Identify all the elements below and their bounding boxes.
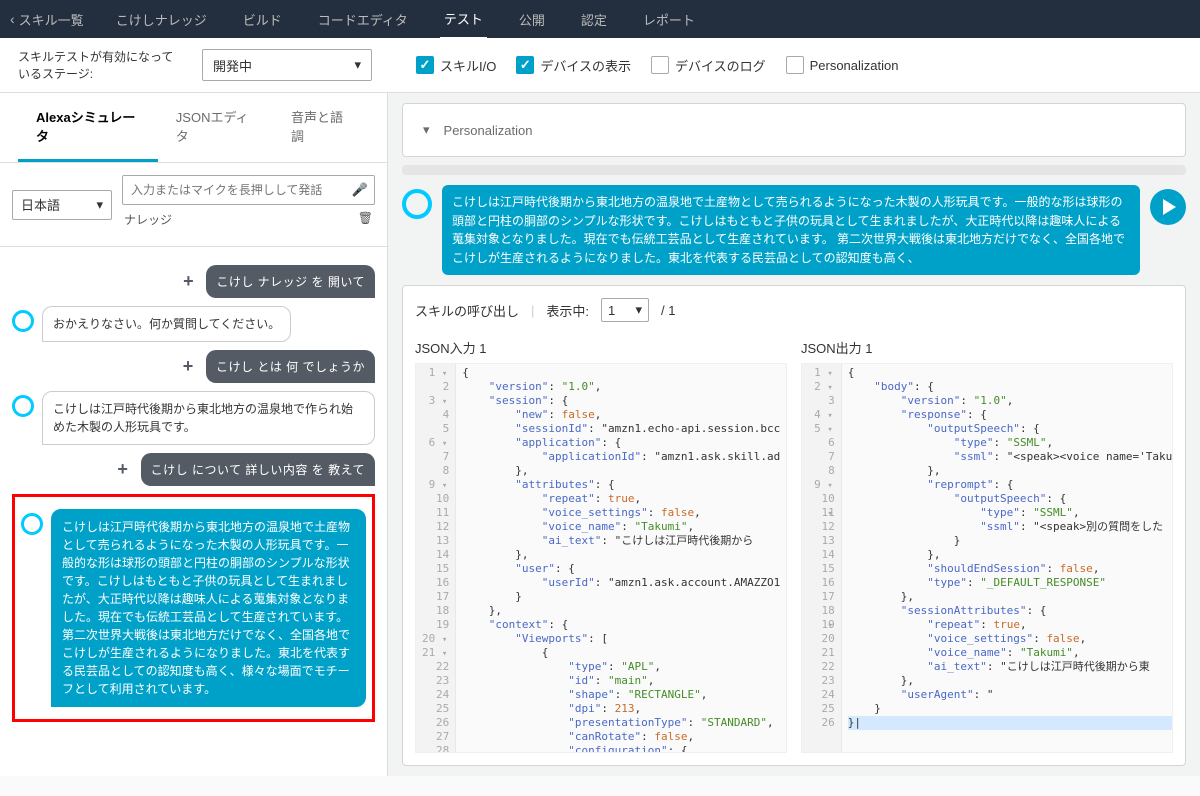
nav-item-4[interactable]: 公開 bbox=[515, 1, 549, 38]
stage-select[interactable]: 開発中▾ bbox=[202, 49, 372, 81]
alexa-icon bbox=[21, 513, 43, 535]
add-utterance-button[interactable]: + bbox=[176, 355, 200, 379]
check-device-log[interactable]: デバイスのログ bbox=[651, 56, 766, 75]
alexa-response: おかえりなさい。何か質問してください。 bbox=[42, 306, 291, 342]
nav-item-5[interactable]: 認定 bbox=[577, 1, 611, 38]
alexa-icon bbox=[12, 395, 34, 417]
nav-item-2[interactable]: コードエディタ bbox=[314, 1, 412, 38]
nav-item-0[interactable]: こけしナレッジ bbox=[112, 1, 211, 38]
alexa-response: こけしは江戸時代後期から東北地方の温泉地で作られ始めた木製の人形玩具です。 bbox=[42, 391, 375, 445]
check-skill-io[interactable]: ✓スキルI/O bbox=[416, 56, 496, 75]
json-output-title: JSON出力 1 bbox=[801, 338, 1173, 357]
add-utterance-button[interactable]: + bbox=[111, 458, 135, 482]
nav-item-6[interactable]: レポート bbox=[639, 1, 699, 38]
add-utterance-button[interactable]: + bbox=[176, 270, 200, 294]
alexa-icon bbox=[12, 310, 34, 332]
stage-label: スキルテストが有効になっているステージ: bbox=[18, 48, 178, 82]
checkbox-icon bbox=[651, 56, 669, 74]
knowledge-label: ナレッジ bbox=[124, 211, 172, 228]
highlighted-response: こけしは江戸時代後期から東北地方の温泉地で土産物として売られるようになった木製の… bbox=[12, 494, 375, 722]
chevron-down-icon: ▾ bbox=[636, 302, 643, 318]
horizontal-scrollbar[interactable] bbox=[402, 165, 1186, 175]
play-audio-button[interactable] bbox=[1150, 189, 1186, 225]
personalization-card[interactable]: ▾Personalization bbox=[402, 103, 1186, 157]
check-personalization[interactable]: Personalization bbox=[786, 56, 899, 74]
nav-item-1[interactable]: ビルド bbox=[239, 1, 286, 38]
microphone-icon[interactable]: 🎤 bbox=[346, 182, 374, 198]
play-icon bbox=[1163, 199, 1176, 215]
alexa-response: こけしは江戸時代後期から東北地方の温泉地で土産物として売られるようになった木製の… bbox=[51, 509, 366, 707]
back-link[interactable]: ‹スキル一覧 bbox=[10, 10, 84, 29]
trash-icon[interactable]: 🗑 bbox=[358, 211, 373, 228]
simulator-tabs: Alexaシミュレータ JSONエディタ 音声と語調 bbox=[0, 93, 387, 163]
utterance-input[interactable] bbox=[123, 183, 346, 197]
stage-bar: スキルテストが有効になっているステージ: 開発中▾ ✓スキルI/O ✓デバイスの… bbox=[0, 38, 1200, 93]
tab-voice-tone[interactable]: 音声と語調 bbox=[273, 93, 369, 162]
checkbox-icon: ✓ bbox=[416, 56, 434, 74]
invocation-label: スキルの呼び出し bbox=[415, 301, 519, 320]
invocation-page-select[interactable]: 1▾ bbox=[601, 298, 649, 322]
top-nav: ‹スキル一覧 こけしナレッジ ビルド コードエディタ テスト 公開 認定 レポー… bbox=[0, 0, 1200, 38]
device-response-text: こけしは江戸時代後期から東北地方の温泉地で土産物として売られるようになった木製の… bbox=[442, 185, 1140, 275]
tab-json-editor[interactable]: JSONエディタ bbox=[158, 93, 273, 162]
json-io-panel: スキルの呼び出し | 表示中: 1▾ / 1 JSON入力 1 1 ▾2 3 ▾… bbox=[402, 285, 1186, 766]
invocation-page-total: / 1 bbox=[661, 303, 675, 318]
chat-transcript: +こけし ナレッジ を 開いて おかえりなさい。何か質問してください。 +こけし… bbox=[0, 247, 387, 736]
chevron-down-icon: ▾ bbox=[354, 57, 361, 73]
json-input-title: JSON入力 1 bbox=[415, 338, 787, 357]
checkbox-icon: ✓ bbox=[516, 56, 534, 74]
json-output-editor[interactable]: 1 ▾2 ▾3 4 ▾5 ▾6 7 8 9 ▾10 ▾11 12 13 14 1… bbox=[801, 363, 1173, 753]
checkbox-icon bbox=[786, 56, 804, 74]
user-utterance: こけし とは 何 でしょうか bbox=[206, 350, 375, 383]
check-device-display[interactable]: ✓デバイスの表示 bbox=[516, 56, 631, 75]
user-utterance: こけし ナレッジ を 開いて bbox=[206, 265, 375, 298]
chevron-down-icon: ▾ bbox=[96, 197, 103, 213]
alexa-icon bbox=[402, 189, 432, 219]
showing-label: 表示中: bbox=[546, 301, 589, 320]
nav-item-3[interactable]: テスト bbox=[440, 0, 487, 39]
json-input-editor[interactable]: 1 ▾2 3 ▾4 5 6 ▾7 8 9 ▾10 11 12 13 14 15 … bbox=[415, 363, 787, 753]
chevron-down-icon: ▾ bbox=[423, 122, 430, 138]
tab-simulator[interactable]: Alexaシミュレータ bbox=[18, 93, 158, 162]
user-utterance: こけし について 詳しい内容 を 教えて bbox=[141, 453, 375, 486]
locale-select[interactable]: 日本語▾ bbox=[12, 190, 112, 220]
chevron-left-icon: ‹ bbox=[10, 11, 15, 27]
